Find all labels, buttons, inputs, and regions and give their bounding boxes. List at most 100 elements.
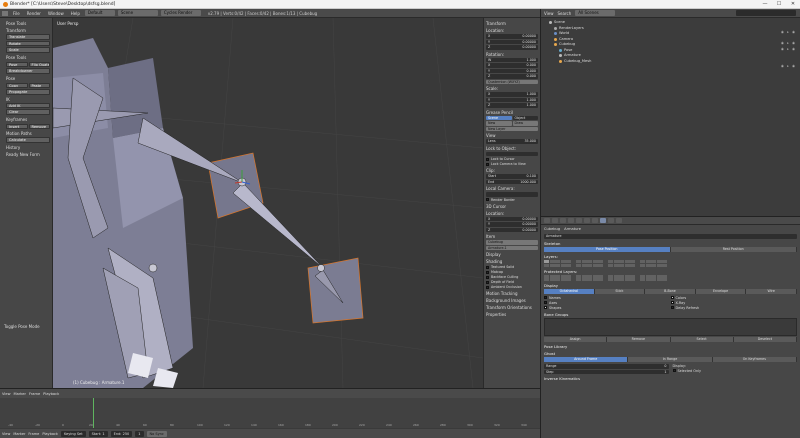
- delay-refresh-checkbox[interactable]: Delay Refresh: [670, 305, 798, 310]
- clip-start-field[interactable]: Start 0.100: [486, 174, 538, 179]
- lock-cursor-checkbox[interactable]: Lock to Cursor: [486, 157, 538, 161]
- layer-block[interactable]: [640, 274, 667, 281]
- checkbox-icon[interactable]: [544, 296, 547, 299]
- timeline-playback-menu[interactable]: Playback: [43, 392, 59, 396]
- visibility-toggles[interactable]: ◉ ▸ ◉: [781, 47, 796, 51]
- inverse-kinematics-header[interactable]: Inverse Kinematics: [544, 376, 797, 381]
- bone-tab-icon[interactable]: [608, 218, 614, 223]
- maximize-button[interactable]: ☐: [772, 1, 786, 7]
- local-camera-field[interactable]: [486, 192, 538, 197]
- grease-draw-button[interactable]: Draw: [512, 121, 538, 126]
- lock-camera-checkbox[interactable]: Lock Camera to View: [486, 162, 538, 166]
- modifiers-tab-icon[interactable]: [592, 218, 598, 223]
- sync-mode-selector[interactable]: No Sync: [146, 431, 167, 437]
- scale-button[interactable]: Scale: [6, 47, 50, 53]
- select-button[interactable]: Select: [670, 337, 734, 342]
- checkbox-icon[interactable]: [670, 301, 674, 304]
- ghost-range-field[interactable]: Range 0: [544, 364, 669, 369]
- history-item[interactable]: Ready New Form: [6, 152, 50, 157]
- rotation-w-field[interactable]: W 1.000: [486, 57, 538, 62]
- timeline-playback-menu[interactable]: Playback: [42, 432, 58, 436]
- pose-button[interactable]: Pose: [6, 61, 28, 67]
- menu-render[interactable]: Render: [25, 11, 43, 16]
- 3d-viewport[interactable]: User Persp (1) Cubebug : Armature.1: [53, 18, 483, 388]
- toggle-pose-mode-label[interactable]: Toggle Pose Mode: [4, 324, 40, 329]
- rotation-x-field[interactable]: X 0.000: [486, 63, 538, 68]
- lock-object-field[interactable]: [486, 151, 538, 156]
- scene-selector[interactable]: Scene: [117, 10, 158, 16]
- close-button[interactable]: ✕: [786, 1, 800, 7]
- shading-header[interactable]: Shading: [486, 259, 538, 264]
- bone-layers-grid[interactable]: [544, 260, 797, 267]
- start-frame-field[interactable]: Start: 1: [88, 431, 108, 437]
- layer-block[interactable]: [608, 260, 635, 267]
- outliner-item-cubebug-mesh[interactable]: Cubebug_Mesh: [549, 59, 800, 65]
- editor-type-icon[interactable]: [2, 10, 8, 16]
- flip-quats-button[interactable]: Flip Quats: [28, 61, 50, 67]
- checkbox-icon[interactable]: [670, 306, 674, 309]
- menu-file[interactable]: File: [11, 11, 22, 16]
- clear-ik-button[interactable]: Clear: [6, 109, 50, 115]
- item-header[interactable]: Item: [486, 234, 538, 239]
- around-frame-tab[interactable]: Around Frame: [544, 357, 629, 362]
- octahedral-tab[interactable]: Octahedral: [544, 289, 595, 294]
- 3d-cursor-header[interactable]: 3D Cursor: [486, 204, 538, 209]
- bone-constraints-tab-icon[interactable]: [616, 218, 622, 223]
- layer-block[interactable]: [576, 274, 603, 281]
- visibility-toggles[interactable]: ◉ ▸ ◉: [781, 41, 796, 45]
- object-tab-icon[interactable]: [576, 218, 582, 223]
- stick-tab[interactable]: Stick: [594, 289, 646, 294]
- scale-z-field[interactable]: Z 1.000: [486, 103, 538, 108]
- outliner-search-menu[interactable]: Search: [558, 11, 572, 16]
- menu-help[interactable]: Help: [69, 11, 82, 16]
- scale-y-field[interactable]: Y 1.000: [486, 97, 538, 102]
- world-tab-icon[interactable]: [568, 218, 574, 223]
- lens-field[interactable]: Lens 35.000: [486, 139, 538, 144]
- layer-block[interactable]: [640, 260, 667, 267]
- pose-tools-header[interactable]: Pose Tools: [6, 21, 50, 26]
- pose-library-header[interactable]: Pose Library: [544, 344, 797, 349]
- outliner-search-input[interactable]: [736, 10, 796, 16]
- outliner-filter-selector[interactable]: All Scenes: [575, 10, 616, 16]
- skeleton-header[interactable]: Skeleton: [544, 241, 797, 246]
- rest-position-tab[interactable]: Rest Position: [670, 247, 797, 252]
- bone-forearm-selected[interactable]: [232, 182, 324, 269]
- bone-groups-header[interactable]: Bone Groups: [544, 312, 797, 317]
- layers-tab-icon[interactable]: [552, 218, 558, 223]
- pose-position-tab[interactable]: Pose Position: [544, 247, 671, 252]
- grease-object-tab[interactable]: Object: [512, 115, 538, 120]
- transform-panel-header[interactable]: Transform: [486, 21, 538, 26]
- location-x-field[interactable]: X 0.00000: [486, 34, 538, 39]
- joint-knee[interactable]: [148, 263, 158, 273]
- insert-keyframe-button[interactable]: Insert: [6, 123, 28, 129]
- joint-wrist[interactable]: [317, 264, 325, 272]
- timeline-frame-menu[interactable]: Frame: [29, 392, 40, 396]
- scene-tab-icon[interactable]: [560, 218, 566, 223]
- timeline-marker-menu[interactable]: Marker: [13, 432, 25, 436]
- keying-set-field[interactable]: Keying Set: [60, 431, 86, 437]
- copy-button[interactable]: Copy: [6, 82, 28, 88]
- translate-button[interactable]: Translate: [6, 34, 50, 40]
- propagate-button[interactable]: Propagate: [6, 89, 50, 95]
- ambient-occlusion-checkbox[interactable]: Ambient Occlusion: [486, 285, 538, 289]
- cursor-z-field[interactable]: Z 0.00000: [486, 227, 538, 232]
- scale-x-field[interactable]: X 1.000: [486, 92, 538, 97]
- layout-selector[interactable]: Default: [84, 10, 115, 16]
- remove-keyframe-button[interactable]: Remove: [28, 123, 50, 129]
- end-frame-field[interactable]: End: 250: [110, 431, 133, 437]
- envelope-tab[interactable]: Envelope: [695, 289, 747, 294]
- checkbox-icon[interactable]: [486, 265, 489, 269]
- transform-orientations-header[interactable]: Transform Orientations: [486, 305, 538, 310]
- ghost-header[interactable]: Ghost: [544, 351, 797, 356]
- checkbox-icon[interactable]: [672, 369, 676, 372]
- background-images-header[interactable]: Background Images: [486, 298, 538, 303]
- paste-button[interactable]: Paste: [28, 82, 50, 88]
- deselect-button[interactable]: Deselect: [733, 337, 797, 342]
- checkbox-icon[interactable]: [486, 157, 489, 161]
- layer-block[interactable]: [608, 274, 635, 281]
- textured-solid-checkbox[interactable]: Textured Solid: [486, 265, 538, 269]
- viewport-scene[interactable]: [53, 18, 483, 388]
- matcap-checkbox[interactable]: Matcap: [486, 270, 538, 274]
- timeline-marker-menu[interactable]: Marker: [14, 392, 26, 396]
- grease-scene-tab[interactable]: Scene: [486, 115, 512, 120]
